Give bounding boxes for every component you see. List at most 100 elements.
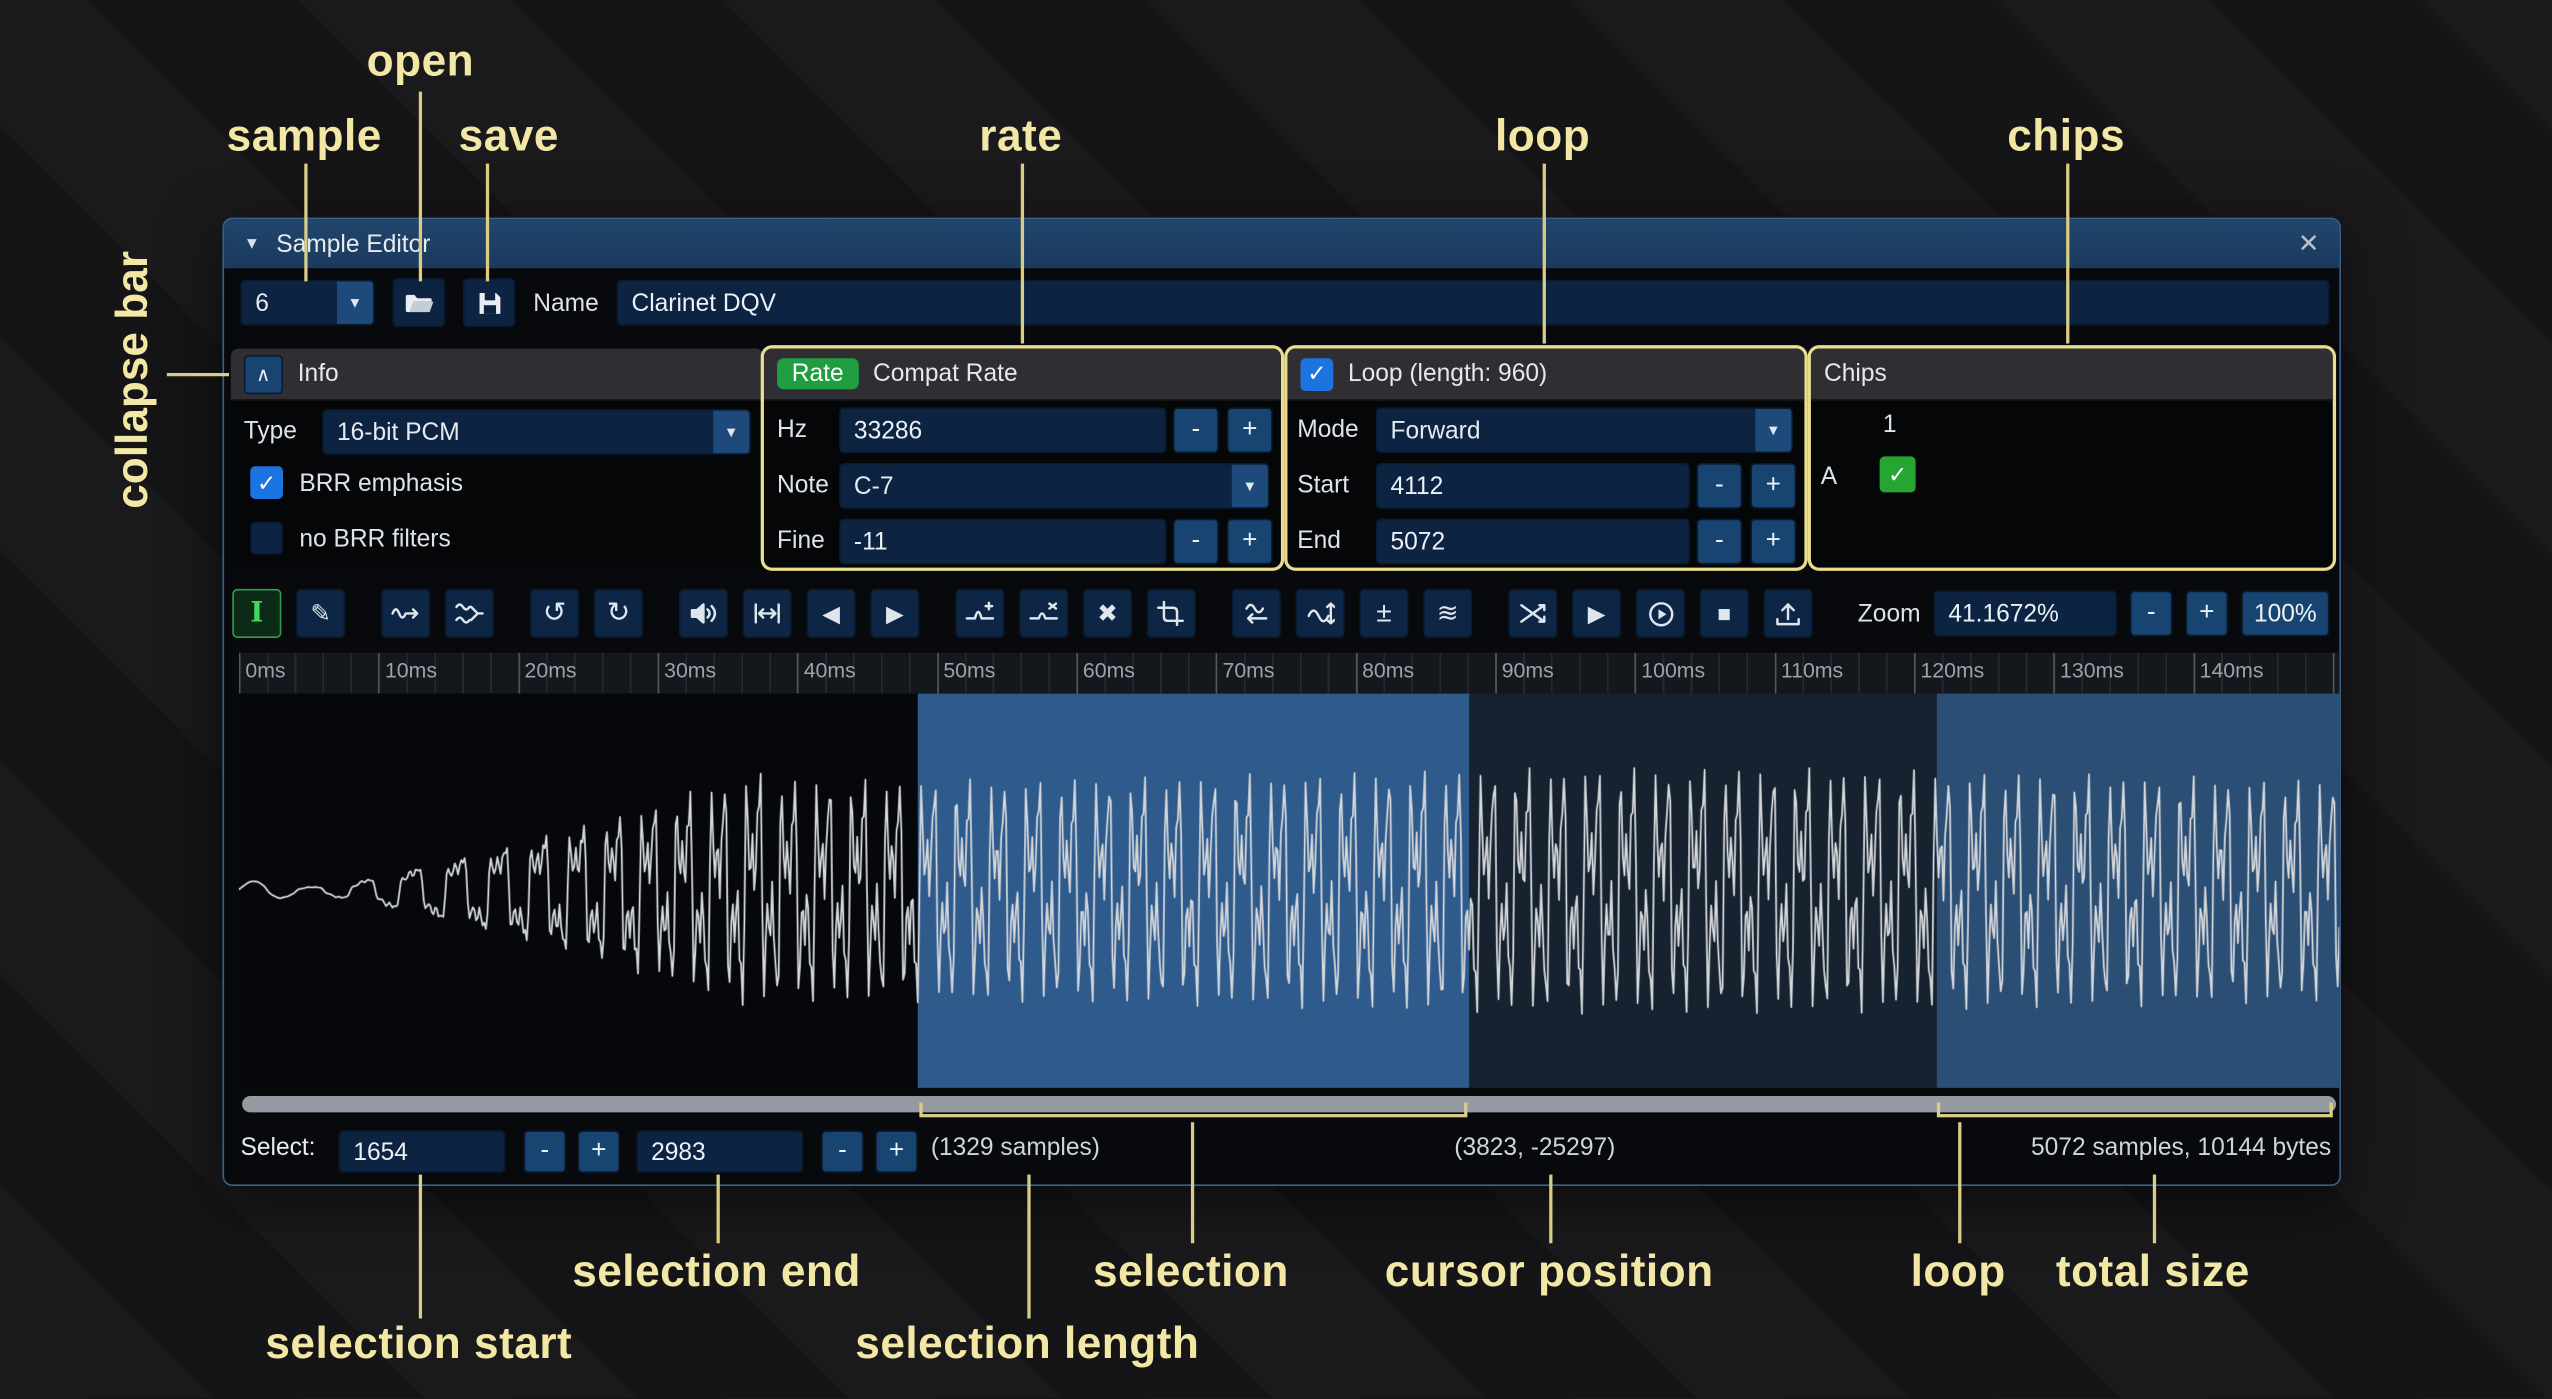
loop-end-plus-button[interactable]: + xyxy=(1750,519,1796,565)
name-input[interactable]: Clarinet DQV xyxy=(617,280,2330,326)
selection-end-value: 2983 xyxy=(651,1138,706,1166)
scrollbar-thumb[interactable] xyxy=(242,1096,2336,1112)
ruler-tick xyxy=(797,653,799,694)
loop-start-plus-button[interactable]: + xyxy=(1750,463,1796,509)
brr-emphasis-checkbox[interactable]: ✓ xyxy=(250,466,283,499)
filter-button[interactable]: ≋ xyxy=(1423,589,1472,638)
zoom-in-button[interactable]: + xyxy=(2186,591,2229,637)
chip-a-checkbox[interactable]: ✓ xyxy=(1880,456,1916,492)
ruler-label: 10ms xyxy=(385,658,437,683)
loop-end-input[interactable]: 5072 xyxy=(1376,519,1690,565)
chevron-up-icon: ∧ xyxy=(256,362,270,385)
ruler-tick xyxy=(239,653,241,694)
hz-input[interactable]: 33286 xyxy=(839,407,1166,453)
window-collapse-icon[interactable]: ▼ xyxy=(244,235,260,253)
zoom-reset-button[interactable]: 100% xyxy=(2241,591,2329,637)
redo-button[interactable]: ↻ xyxy=(594,589,643,638)
no-brr-filters-checkbox[interactable] xyxy=(250,522,283,555)
apply-silence-button[interactable] xyxy=(1019,589,1068,638)
collapse-bar-button[interactable]: ∧ xyxy=(244,354,283,393)
annotation-sample: sample xyxy=(227,111,382,162)
trim-button[interactable] xyxy=(1147,589,1196,638)
loop-checkbox[interactable]: ✓ xyxy=(1301,357,1334,390)
ruler-tick xyxy=(1216,653,1218,694)
filter-wave-icon: ≋ xyxy=(1437,597,1459,630)
waveform-canvas[interactable] xyxy=(239,694,2339,1088)
zoom-value: 41.1672% xyxy=(1948,600,2059,628)
create-instrument-button[interactable] xyxy=(1763,589,1812,638)
selection-start-plus-button[interactable]: + xyxy=(577,1130,620,1173)
ruler-tick xyxy=(2054,653,2056,694)
annotation-cursor-position: cursor position xyxy=(1385,1247,1714,1298)
ruler-tick xyxy=(518,653,520,694)
no-brr-filters-label: no BRR filters xyxy=(299,525,450,553)
stop-button[interactable]: ■ xyxy=(1700,589,1749,638)
loop-mode-select[interactable]: Forward ▼ xyxy=(1376,407,1793,453)
loop-end-minus-button[interactable]: - xyxy=(1696,519,1742,565)
selection-end-input[interactable]: 2983 xyxy=(636,1130,803,1173)
undo-button[interactable]: ↺ xyxy=(530,589,579,638)
loop-start-input[interactable]: 4112 xyxy=(1376,463,1690,509)
amplify-button[interactable] xyxy=(679,589,728,638)
draw-tool-button[interactable]: ✎ xyxy=(296,589,345,638)
chevron-down-icon[interactable]: ▼ xyxy=(1232,465,1268,508)
fine-minus-button[interactable]: - xyxy=(1173,519,1219,565)
preview-button[interactable]: ▶ xyxy=(1572,589,1621,638)
selection-start-minus-button[interactable]: - xyxy=(523,1130,566,1173)
fade-in-button[interactable]: ◀ xyxy=(806,589,855,638)
zoom-input[interactable]: 41.1672% xyxy=(1934,591,2117,637)
zoom-out-button[interactable]: - xyxy=(2130,591,2173,637)
waveform-scrollbar[interactable] xyxy=(239,1094,2339,1114)
selection-end-plus-button[interactable]: + xyxy=(875,1130,918,1173)
sample-type-select[interactable]: 16-bit PCM ▼ xyxy=(322,409,751,455)
ruler-label: 100ms xyxy=(1641,658,1705,683)
annotation-line xyxy=(419,92,422,282)
select-tool-button[interactable]: I xyxy=(232,589,281,638)
play-icon: ▶ xyxy=(1588,600,1606,628)
ruler-tick xyxy=(1774,653,1776,694)
hz-minus-button[interactable]: - xyxy=(1173,407,1219,453)
insert-silence-button[interactable] xyxy=(955,589,1004,638)
fade-out-button[interactable]: ▶ xyxy=(870,589,919,638)
reverse-button[interactable] xyxy=(1232,589,1281,638)
fine-input[interactable]: -11 xyxy=(839,519,1166,565)
note-select[interactable]: C-7 ▼ xyxy=(839,463,1269,509)
status-bar: Select: 1654 - + 2983 - + (1329 samples)… xyxy=(224,1127,2339,1176)
sample-number-select[interactable]: 6 ▼ xyxy=(240,280,374,326)
fine-plus-button[interactable]: + xyxy=(1227,519,1273,565)
save-button[interactable] xyxy=(463,278,515,327)
annotation-rate: rate xyxy=(979,111,1062,162)
delete-button[interactable]: ✖ xyxy=(1083,589,1132,638)
annotation-line xyxy=(1191,1122,1194,1243)
preview-loop-button[interactable] xyxy=(1636,589,1685,638)
crossfade-button[interactable] xyxy=(1508,589,1557,638)
sign-exchange-button[interactable]: ± xyxy=(1359,589,1408,638)
pencil-icon: ✎ xyxy=(310,599,331,628)
ruler-label: 90ms xyxy=(1502,658,1554,683)
toolbar-buttons: I ✎ ↺ ↻ ◀ ▶ ✖ ± ≋ ▶ ■ xyxy=(232,589,1812,638)
selection-start-value: 1654 xyxy=(353,1138,408,1166)
resample-button[interactable] xyxy=(381,589,430,638)
waveform-area[interactable] xyxy=(239,694,2339,1088)
name-label: Name xyxy=(533,289,598,317)
rate-panel: Rate Compat Rate Hz 33286 - + Note C-7 ▼… xyxy=(764,348,1281,567)
chevron-down-icon[interactable]: ▼ xyxy=(1755,409,1791,452)
hz-plus-button[interactable]: + xyxy=(1227,407,1273,453)
zoom-label: Zoom xyxy=(1858,600,1921,628)
chevron-down-icon[interactable]: ▼ xyxy=(337,281,373,324)
chips-panel-title: Chips xyxy=(1824,360,1887,388)
invert-button[interactable] xyxy=(1296,589,1345,638)
normalize-button[interactable] xyxy=(743,589,792,638)
name-value: Clarinet DQV xyxy=(631,289,776,317)
selection-start-input[interactable]: 1654 xyxy=(339,1130,506,1173)
annotation-line xyxy=(1464,1103,1467,1116)
annotation-line xyxy=(1543,164,1546,344)
titlebar[interactable]: ▼ Sample Editor ✕ xyxy=(224,219,2339,268)
selection-end-minus-button[interactable]: - xyxy=(821,1130,864,1173)
open-button[interactable] xyxy=(393,278,445,327)
chevron-down-icon[interactable]: ▼ xyxy=(713,411,749,454)
close-icon[interactable]: ✕ xyxy=(2298,227,2320,260)
downmix-button[interactable] xyxy=(445,589,494,638)
ruler-tick xyxy=(1356,653,1358,694)
loop-start-minus-button[interactable]: - xyxy=(1696,463,1742,509)
